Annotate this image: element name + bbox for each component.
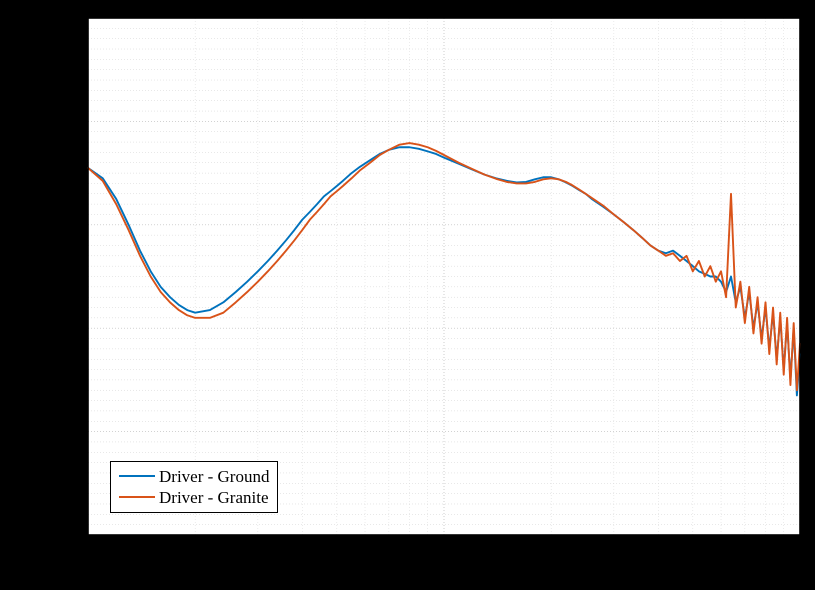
legend-swatch-granite bbox=[119, 496, 155, 498]
legend-entry: Driver - Granite bbox=[119, 487, 269, 508]
legend-entry: Driver - Ground bbox=[119, 466, 269, 487]
legend-label: Driver - Ground bbox=[159, 466, 269, 487]
legend-label: Driver - Granite bbox=[159, 487, 269, 508]
legend-swatch-ground bbox=[119, 475, 155, 477]
legend: Driver - Ground Driver - Granite bbox=[110, 461, 278, 514]
chart: Driver - Ground Driver - Granite bbox=[0, 0, 815, 590]
